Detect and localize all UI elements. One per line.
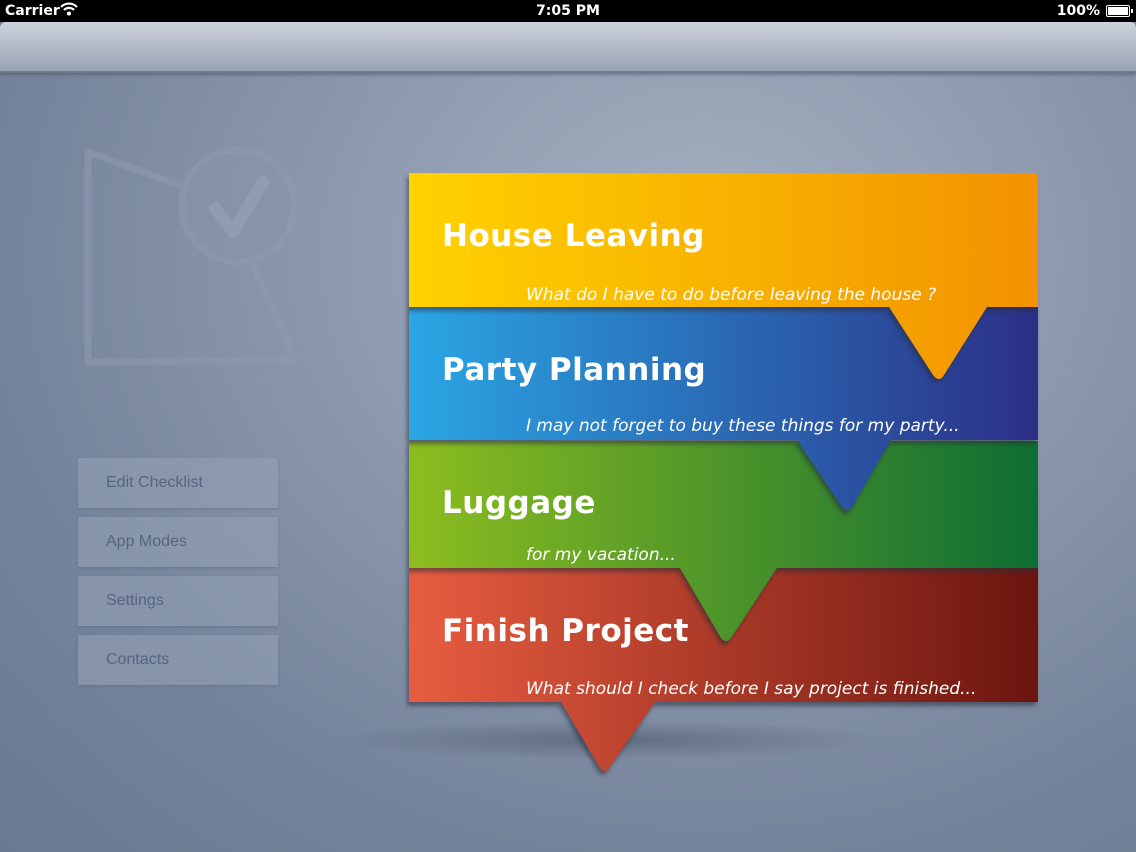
- app-modes-button[interactable]: App Modes: [78, 517, 278, 567]
- battery-percent: 100%: [1056, 3, 1100, 19]
- checklist-subtitle: for my vacation...: [526, 545, 676, 565]
- checklist-logo-icon: [70, 140, 310, 380]
- edit-checklist-button[interactable]: Edit Checklist: [78, 458, 278, 508]
- checklist-subtitle: What should I check before I say project…: [526, 679, 977, 699]
- checklist-subtitle: What do I have to do before leaving the …: [526, 285, 937, 305]
- status-bar: Carrier 7:05 PM 100%: [0, 0, 1136, 22]
- checklist-subtitle: I may not forget to buy these things for…: [526, 416, 960, 436]
- side-menu: Edit Checklist App Modes Settings Contac…: [78, 458, 278, 694]
- settings-button[interactable]: Settings: [78, 576, 278, 626]
- navigation-bar: [0, 22, 1136, 73]
- battery-icon: [1106, 5, 1133, 17]
- contacts-button[interactable]: Contacts: [78, 635, 278, 685]
- clock: 7:05 PM: [536, 3, 600, 19]
- checklist-title: House Leaving: [442, 218, 705, 254]
